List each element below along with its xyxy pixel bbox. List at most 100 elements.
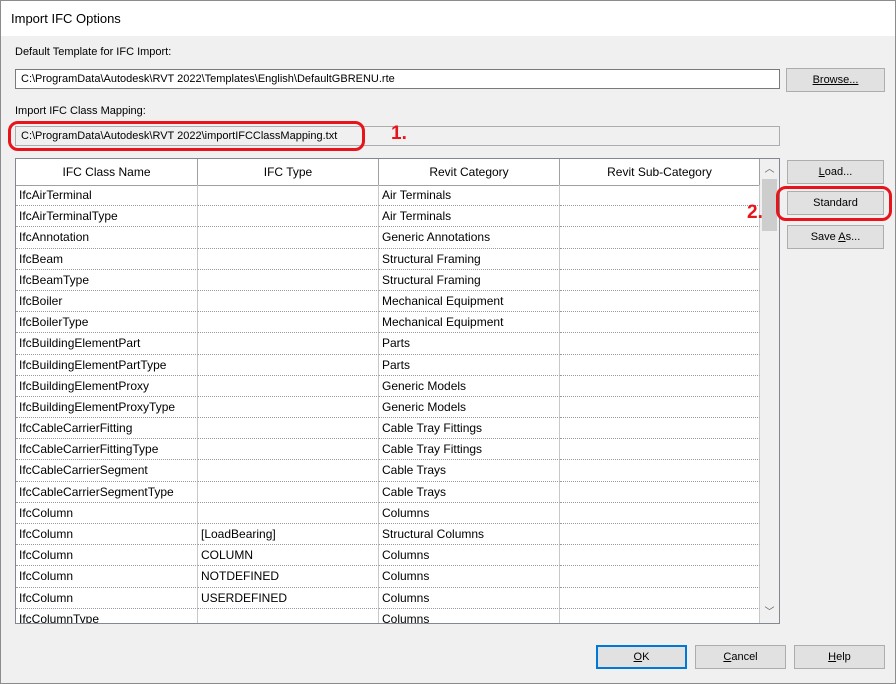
cell-ifc-class-name[interactable]: IfcColumn bbox=[16, 545, 198, 567]
cell-ifc-type[interactable] bbox=[198, 206, 379, 228]
cell-ifc-class-name[interactable]: IfcBuildingElementProxyType bbox=[16, 396, 198, 419]
header-revit-category[interactable]: Revit Category bbox=[379, 159, 560, 185]
header-ifc-class-name[interactable]: IFC Class Name bbox=[16, 159, 198, 185]
cell-revit-category[interactable]: Air Terminals bbox=[379, 185, 560, 207]
cell-revit-category[interactable]: Cable Tray Fittings bbox=[379, 418, 560, 440]
table-row[interactable]: IfcColumn USERDEFINED Columns bbox=[16, 587, 760, 609]
load-button[interactable]: Load... bbox=[787, 160, 884, 184]
cell-revit-category[interactable]: Parts bbox=[379, 354, 560, 376]
cell-ifc-type[interactable] bbox=[198, 312, 379, 334]
cell-revit-sub-category[interactable] bbox=[560, 248, 760, 270]
table-row[interactable]: IfcBuildingElementPartType Parts bbox=[16, 354, 760, 376]
cell-revit-sub-category[interactable] bbox=[560, 206, 760, 228]
cell-revit-sub-category[interactable] bbox=[560, 460, 760, 482]
cell-ifc-type[interactable]: COLUMN bbox=[198, 545, 379, 567]
cell-ifc-class-name[interactable]: IfcColumn bbox=[16, 587, 198, 609]
cell-ifc-type[interactable] bbox=[198, 269, 379, 291]
scroll-up-icon[interactable]: ︿ bbox=[760, 161, 779, 178]
save-as-button[interactable]: Save As... bbox=[787, 225, 884, 249]
cell-revit-sub-category[interactable] bbox=[560, 227, 760, 249]
cell-revit-category[interactable]: Columns bbox=[379, 587, 560, 609]
cell-ifc-class-name[interactable]: IfcAirTerminal bbox=[16, 185, 198, 207]
table-row[interactable]: IfcAirTerminalType Air Terminals bbox=[16, 206, 760, 228]
header-ifc-type[interactable]: IFC Type bbox=[198, 159, 379, 185]
cell-ifc-type[interactable] bbox=[198, 333, 379, 355]
cell-revit-category[interactable]: Structural Columns bbox=[379, 524, 560, 546]
cell-revit-sub-category[interactable] bbox=[560, 418, 760, 440]
cell-ifc-type[interactable] bbox=[198, 481, 379, 503]
table-row[interactable]: IfcCableCarrierSegment Cable Trays bbox=[16, 460, 760, 482]
browse-button[interactable]: Browse... bbox=[786, 68, 885, 92]
cell-revit-sub-category[interactable] bbox=[560, 566, 760, 588]
cell-ifc-class-name[interactable]: IfcCableCarrierFittingType bbox=[16, 439, 198, 461]
cell-revit-category[interactable]: Columns bbox=[379, 566, 560, 588]
cell-revit-sub-category[interactable] bbox=[560, 481, 760, 503]
cell-ifc-type[interactable] bbox=[198, 354, 379, 376]
cell-ifc-class-name[interactable]: IfcAnnotation bbox=[16, 227, 198, 249]
scrollbar-thumb[interactable] bbox=[762, 179, 777, 231]
cell-ifc-type[interactable] bbox=[198, 185, 379, 207]
template-path-field[interactable]: C:\ProgramData\Autodesk\RVT 2022\Templat… bbox=[15, 69, 780, 89]
cell-ifc-class-name[interactable]: IfcBeam bbox=[16, 248, 198, 270]
cell-ifc-class-name[interactable]: IfcCableCarrierSegmentType bbox=[16, 481, 198, 503]
cell-revit-sub-category[interactable] bbox=[560, 354, 760, 376]
table-row[interactable]: IfcColumn Columns bbox=[16, 502, 760, 524]
cell-revit-category[interactable]: Structural Framing bbox=[379, 269, 560, 291]
cell-ifc-class-name[interactable]: IfcBuildingElementProxy bbox=[16, 375, 198, 397]
table-row[interactable]: IfcColumn [LoadBearing] Structural Columns bbox=[16, 524, 760, 546]
cell-revit-sub-category[interactable] bbox=[560, 439, 760, 461]
cell-revit-category[interactable]: Cable Trays bbox=[379, 460, 560, 482]
cell-revit-sub-category[interactable] bbox=[560, 290, 760, 313]
table-row[interactable]: IfcColumnType Columns bbox=[16, 608, 760, 623]
table-row[interactable]: IfcCableCarrierFitting Cable Tray Fitting… bbox=[16, 418, 760, 440]
header-revit-sub-category[interactable]: Revit Sub-Category bbox=[560, 159, 760, 185]
table-row[interactable]: IfcBeamType Structural Framing bbox=[16, 269, 760, 291]
cell-ifc-type[interactable] bbox=[198, 290, 379, 313]
cell-revit-category[interactable]: Parts bbox=[379, 333, 560, 355]
table-row[interactable]: IfcColumn COLUMN Columns bbox=[16, 545, 760, 567]
table-row[interactable]: IfcBoilerType Mechanical Equipment bbox=[16, 312, 760, 334]
cell-ifc-class-name[interactable]: IfcBuildingElementPartType bbox=[16, 354, 198, 376]
cell-revit-category[interactable]: Generic Models bbox=[379, 396, 560, 419]
cell-ifc-class-name[interactable]: IfcCableCarrierSegment bbox=[16, 460, 198, 482]
table-row[interactable]: IfcColumn NOTDEFINED Columns bbox=[16, 566, 760, 588]
cell-ifc-class-name[interactable]: IfcAirTerminalType bbox=[16, 206, 198, 228]
cell-ifc-class-name[interactable]: IfcColumn bbox=[16, 524, 198, 546]
cell-ifc-type[interactable] bbox=[198, 418, 379, 440]
cell-ifc-type[interactable] bbox=[198, 248, 379, 270]
cell-revit-sub-category[interactable] bbox=[560, 545, 760, 567]
cell-revit-category[interactable]: Generic Models bbox=[379, 375, 560, 397]
cell-ifc-type[interactable] bbox=[198, 608, 379, 623]
cell-revit-category[interactable]: Columns bbox=[379, 608, 560, 623]
cell-revit-category[interactable]: Columns bbox=[379, 502, 560, 524]
cell-ifc-class-name[interactable]: IfcCableCarrierFitting bbox=[16, 418, 198, 440]
cell-revit-sub-category[interactable] bbox=[560, 396, 760, 419]
cell-ifc-type[interactable] bbox=[198, 460, 379, 482]
cell-revit-sub-category[interactable] bbox=[560, 524, 760, 546]
cell-revit-sub-category[interactable] bbox=[560, 375, 760, 397]
cell-ifc-class-name[interactable]: IfcBeamType bbox=[16, 269, 198, 291]
cell-ifc-class-name[interactable]: IfcColumn bbox=[16, 502, 198, 524]
cell-revit-category[interactable]: Mechanical Equipment bbox=[379, 290, 560, 313]
cell-ifc-type[interactable] bbox=[198, 375, 379, 397]
cell-revit-sub-category[interactable] bbox=[560, 312, 760, 334]
cell-ifc-type[interactable] bbox=[198, 396, 379, 419]
cell-ifc-type[interactable] bbox=[198, 227, 379, 249]
cell-ifc-type[interactable] bbox=[198, 502, 379, 524]
table-row[interactable]: IfcBuildingElementProxy Generic Models bbox=[16, 375, 760, 397]
cell-revit-category[interactable]: Generic Annotations bbox=[379, 227, 560, 249]
cell-ifc-type[interactable]: USERDEFINED bbox=[198, 587, 379, 609]
cell-ifc-class-name[interactable]: IfcColumn bbox=[16, 566, 198, 588]
cell-revit-category[interactable]: Air Terminals bbox=[379, 206, 560, 228]
cell-revit-sub-category[interactable] bbox=[560, 502, 760, 524]
cell-ifc-class-name[interactable]: IfcBoiler bbox=[16, 290, 198, 313]
cell-revit-sub-category[interactable] bbox=[560, 587, 760, 609]
table-row[interactable]: IfcCableCarrierSegmentType Cable Trays bbox=[16, 481, 760, 503]
table-row[interactable]: IfcBeam Structural Framing bbox=[16, 248, 760, 270]
table-row[interactable]: IfcAirTerminal Air Terminals bbox=[16, 185, 760, 207]
cell-revit-category[interactable]: Cable Trays bbox=[379, 481, 560, 503]
cell-revit-category[interactable]: Cable Tray Fittings bbox=[379, 439, 560, 461]
cell-revit-category[interactable]: Structural Framing bbox=[379, 248, 560, 270]
cell-ifc-class-name[interactable]: IfcBuildingElementPart bbox=[16, 333, 198, 355]
cell-revit-category[interactable]: Mechanical Equipment bbox=[379, 312, 560, 334]
